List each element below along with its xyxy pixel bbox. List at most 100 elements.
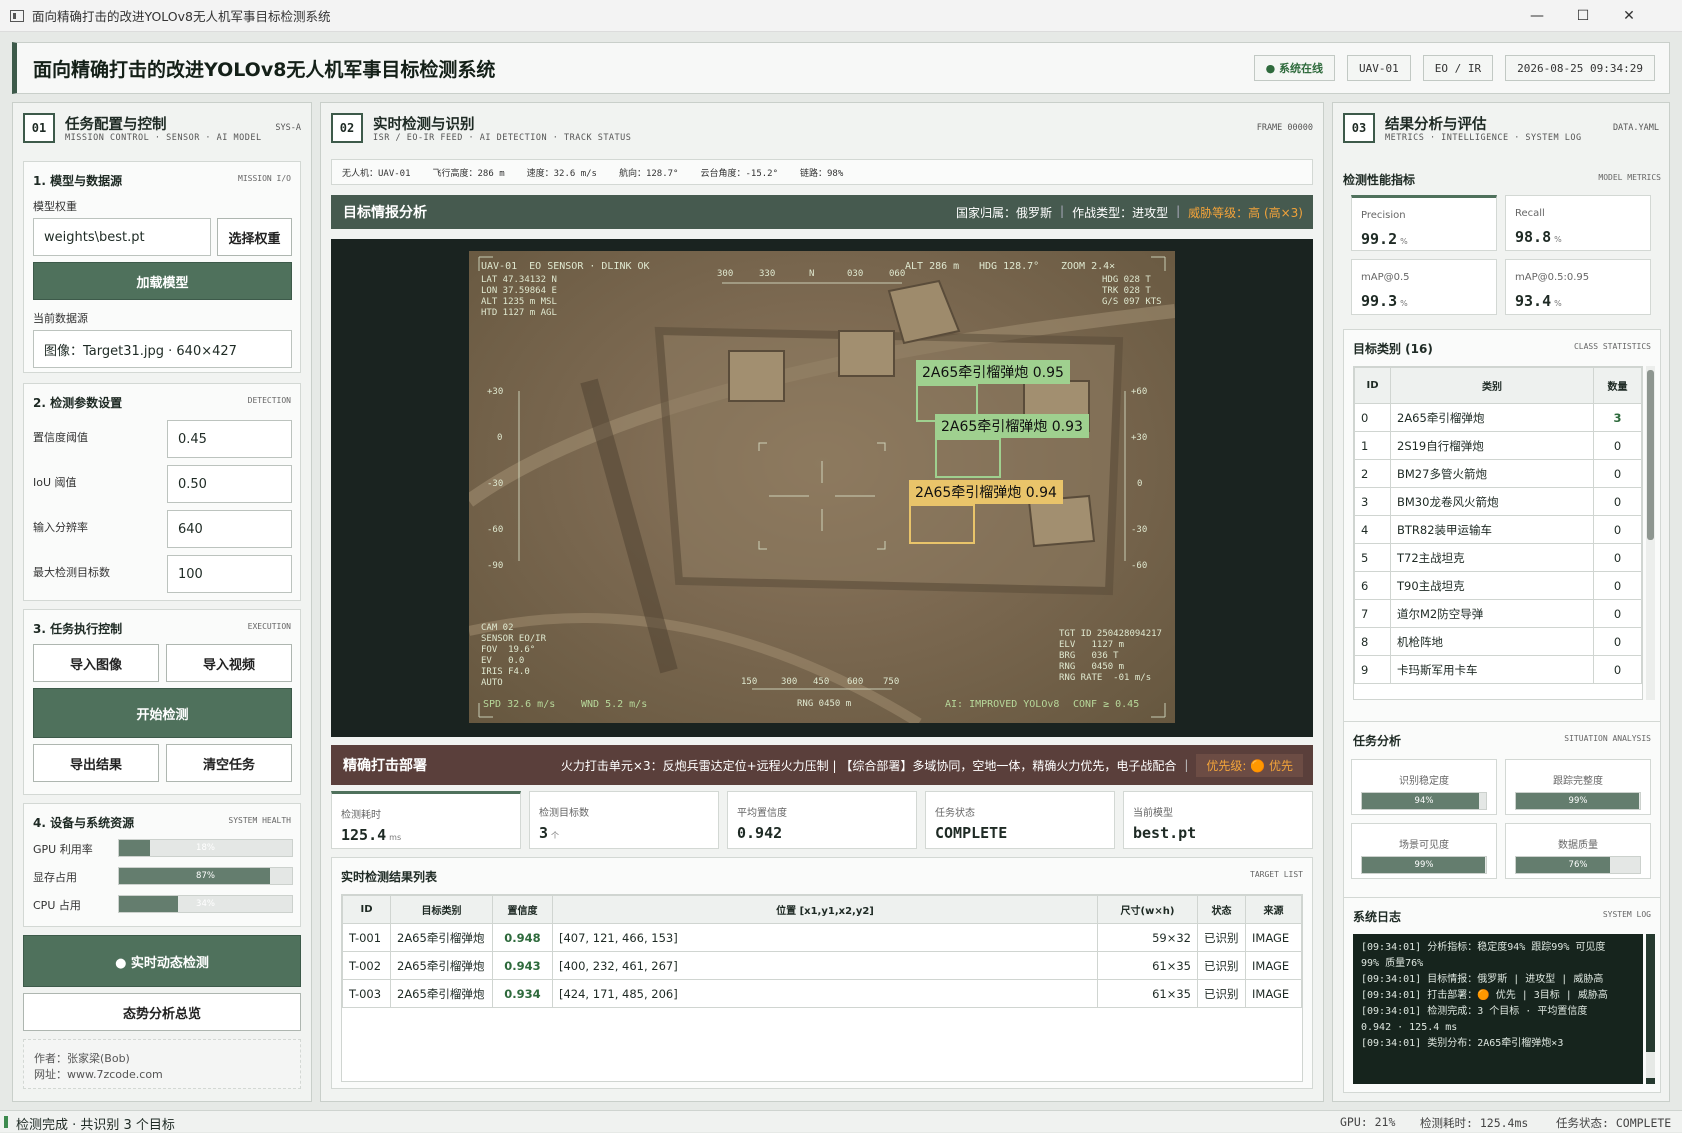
load-model-button[interactable]: 加载模型 bbox=[33, 262, 292, 300]
hud-position-block: LAT 47.34132 N LON 37.59864 E ALT 1235 m… bbox=[481, 275, 557, 318]
status-time: 检测耗时: 125.4ms bbox=[1420, 1116, 1529, 1130]
import-image-button[interactable]: 导入图像 bbox=[33, 644, 159, 682]
situation-card: 数据质量 76% bbox=[1505, 823, 1651, 879]
telemetry-heading: 航向：128.7° bbox=[618, 168, 679, 179]
situation-card: 场景可见度 99% bbox=[1351, 823, 1497, 879]
detection-label: 2A65牵引榴弹炮 0.95 bbox=[916, 360, 1070, 384]
section-tag: CLASS STATISTICS bbox=[1573, 342, 1651, 351]
conf-threshold-label: 置信度阈值 bbox=[33, 431, 88, 444]
telemetry-link: 链路：98% bbox=[800, 168, 844, 179]
iou-threshold-field[interactable]: 0.50 bbox=[167, 465, 292, 503]
model-source-section: 1. 模型与数据源 MISSION I/O 模型权重 weights\best.… bbox=[23, 161, 301, 373]
system-log-section: 系统日志 SYSTEM LOG [09:34:01] 分析指标：稳定度94% 跟… bbox=[1343, 897, 1661, 1093]
strike-deployment-bar: 精确打击部署 火力打击单元×3：反炮兵雷达定位+远程火力压制 | 【综合部署】多… bbox=[331, 745, 1313, 785]
stat-card: 任务状态 COMPLETE bbox=[925, 791, 1115, 849]
stat-card: 平均置信度 0.942 bbox=[727, 791, 917, 849]
app-header: 面向精确打击的改进YOLOv8无人机军事目标检测系统 ● 系统在线 UAV-01… bbox=[12, 42, 1670, 94]
class-row[interactable]: 0 2A65牵引榴弹炮 3 bbox=[1354, 403, 1642, 432]
cpu-usage-label: CPU 占用 bbox=[33, 899, 81, 912]
class-row[interactable]: 3 BM30龙卷风火箭炮 0 bbox=[1354, 487, 1642, 516]
detection-box[interactable] bbox=[909, 504, 975, 544]
class-row[interactable]: 2 BM27多管火箭炮 0 bbox=[1354, 459, 1642, 488]
section-tag: MISSION I/O bbox=[238, 174, 291, 183]
hud-speed: SPD 32.6 m/s bbox=[483, 699, 556, 710]
close-button[interactable]: ✕ bbox=[1606, 0, 1652, 32]
status-task: 任务状态: COMPLETE bbox=[1556, 1116, 1672, 1130]
class-row[interactable]: 9 卡玛斯军用卡车 0 bbox=[1354, 655, 1642, 684]
class-row[interactable]: 8 机枪阵地 0 bbox=[1354, 627, 1642, 656]
table-row[interactable]: T-002 2A65牵引榴弹炮 0.943 [400, 232, 461, 267] 6… bbox=[342, 951, 1302, 980]
maximize-button[interactable]: ☐ bbox=[1560, 0, 1606, 32]
datetime-badge: 2026-08-25 09:34:29 bbox=[1505, 55, 1655, 81]
detection-label: 2A65牵引榴弹炮 0.93 bbox=[935, 414, 1089, 438]
section-tag: SYSTEM HEALTH bbox=[228, 816, 291, 825]
status-gpu: GPU: 21% bbox=[1340, 1115, 1396, 1129]
class-row[interactable]: 6 T90主战坦克 0 bbox=[1354, 571, 1642, 600]
situation-card: 识别稳定度 94% bbox=[1351, 759, 1497, 815]
status-message: 检测完成 · 共识别 3 个目标 bbox=[16, 1118, 175, 1133]
log-line: [09:34:01] 目标情报：俄罗斯 | 进攻型 | 威胁高 bbox=[1361, 974, 1604, 985]
strike-title: 精确打击部署 bbox=[343, 758, 427, 774]
situation-overview-button[interactable]: 态势分析总览 bbox=[23, 993, 301, 1031]
section-title: 实时检测结果列表 bbox=[341, 870, 438, 884]
import-video-button[interactable]: 导入视频 bbox=[166, 644, 292, 682]
class-table: ID 类别 数量 0 2A65牵引榴弹炮 3 1 2S19自行榴弹炮 0 2 BM27多管火箭炮 0… bbox=[1354, 367, 1642, 684]
hud-top-left: UAV-01 EO SENSOR · DLINK OK bbox=[481, 261, 650, 272]
video-feed[interactable]: UAV-01 EO SENSOR · DLINK OK ALT 286 m HD… bbox=[331, 239, 1313, 737]
section-title: 2. 检测参数设置 bbox=[33, 396, 123, 410]
export-results-button[interactable]: 导出结果 bbox=[33, 744, 159, 782]
class-row[interactable]: 4 BTR82装甲运输车 0 bbox=[1354, 515, 1642, 544]
log-line: 0.942 · 125.4 ms bbox=[1361, 1022, 1458, 1033]
class-table-scrollbar[interactable] bbox=[1646, 366, 1655, 700]
log-scrollbar[interactable] bbox=[1646, 934, 1655, 1084]
situation-card: 跟踪完整度 99% bbox=[1505, 759, 1651, 815]
detection-box[interactable] bbox=[935, 438, 1001, 478]
hud-camera-block: CAM 02 SENSOR EO/IR FOV 19.6° EV 0.0 IRI… bbox=[481, 623, 547, 688]
conf-threshold-field[interactable]: 0.45 bbox=[167, 420, 292, 458]
execution-section: 3. 任务执行控制 EXECUTION 导入图像 导入视频 开始检测 导出结果 … bbox=[23, 609, 301, 795]
telemetry-speed: 速度：32.6 m/s bbox=[526, 168, 597, 179]
log-line: [09:34:01] 类别分布：2A65牵引榴弹炮×3 bbox=[1361, 1038, 1564, 1049]
source-label: 当前数据源 bbox=[33, 312, 88, 325]
metric-card-map5095: mAP@0.5:0.95 93.4% bbox=[1505, 259, 1651, 315]
telemetry-altitude: 飞行高度：286 m bbox=[432, 168, 505, 179]
panel-tag: SYS-A bbox=[275, 123, 301, 133]
telemetry-strip: 无人机：UAV-01 飞行高度：286 m 速度：32.6 m/s 航向：128… bbox=[331, 159, 1313, 185]
vram-usage-bar: 87% bbox=[118, 867, 293, 885]
input-resolution-field[interactable]: 640 bbox=[167, 510, 292, 548]
results-list-section: 实时检测结果列表 TARGET LIST ID 目标类别 置信度 位置 [x1,… bbox=[331, 857, 1313, 1089]
max-det-field[interactable]: 100 bbox=[167, 555, 292, 593]
minimize-button[interactable]: — bbox=[1514, 0, 1560, 32]
class-row[interactable]: 5 T72主战坦克 0 bbox=[1354, 543, 1642, 572]
start-detection-button[interactable]: 开始检测 bbox=[33, 688, 292, 738]
clear-task-button[interactable]: 清空任务 bbox=[166, 744, 292, 782]
aerial-image: UAV-01 EO SENSOR · DLINK OK ALT 286 m HD… bbox=[469, 251, 1175, 723]
table-row[interactable]: T-003 2A65牵引榴弹炮 0.934 [424, 171, 485, 206] 6… bbox=[342, 979, 1302, 1008]
panel-subtitle: MISSION CONTROL · SENSOR · AI MODEL bbox=[65, 133, 262, 143]
status-indicator bbox=[4, 1116, 8, 1128]
class-row[interactable]: 7 道尔M2防空导弹 0 bbox=[1354, 599, 1642, 628]
priority-badge: 优先级: 🟠 优先 bbox=[1196, 753, 1303, 777]
section-tag: DETECTION bbox=[247, 396, 291, 405]
panel-subtitle: ISR / EO-IR FEED · AI DETECTION · TRACK … bbox=[373, 133, 632, 143]
hud-range: RNG 0450 m bbox=[797, 699, 852, 709]
source-field[interactable]: 图像：Target31.jpg · 640×427 bbox=[33, 330, 292, 368]
section-tag: EXECUTION bbox=[247, 622, 291, 631]
section-title: 系统日志 bbox=[1353, 910, 1402, 924]
panel-number: 01 bbox=[23, 113, 55, 143]
choose-weights-button[interactable]: 选择权重 bbox=[217, 218, 292, 256]
section-tag: SYSTEM LOG bbox=[1602, 910, 1651, 919]
system-health-section: 4. 设备与系统资源 SYSTEM HEALTH GPU 利用率 18% 显存占… bbox=[23, 803, 301, 927]
panel-number: 02 bbox=[331, 113, 363, 143]
system-log[interactable]: [09:34:01] 分析指标：稳定度94% 跟踪99% 可见度 99% 质量7… bbox=[1353, 934, 1643, 1084]
class-row[interactable]: 1 2S19自行榴弹炮 0 bbox=[1354, 431, 1642, 460]
panel-title: 任务配置与控制 bbox=[65, 117, 167, 133]
panel-subtitle: METRICS · INTELLIGENCE · SYSTEM LOG bbox=[1385, 133, 1582, 143]
table-row[interactable]: T-001 2A65牵引榴弹炮 0.948 [407, 121, 466, 153] 5… bbox=[342, 923, 1302, 952]
weights-path-field[interactable]: weights\best.pt bbox=[33, 218, 211, 256]
cpu-usage-bar: 34% bbox=[118, 895, 293, 913]
metric-card-recall: Recall 98.8% bbox=[1505, 195, 1651, 251]
intel-title: 目标情报分析 bbox=[343, 205, 427, 221]
realtime-detection-button[interactable]: ● 实时动态检测 bbox=[23, 935, 301, 987]
log-line: 99% 质量76% bbox=[1361, 958, 1424, 969]
